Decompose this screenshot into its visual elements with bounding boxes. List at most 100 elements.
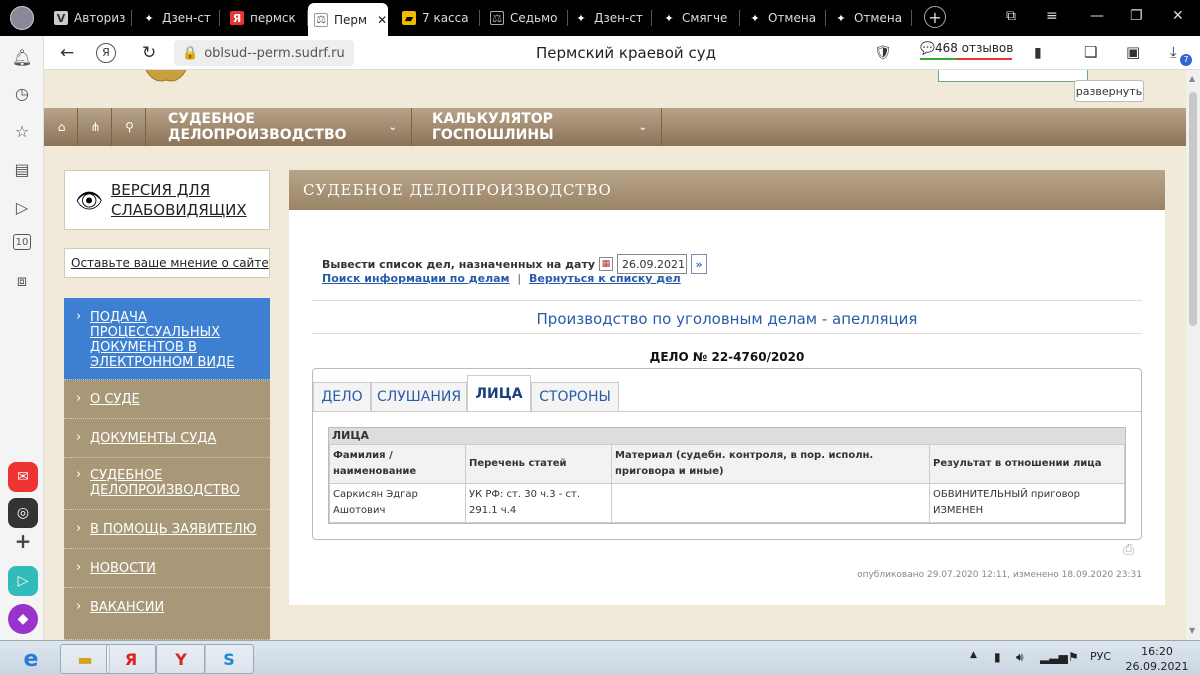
browser-tab-active[interactable]: ⚖ Перм ✕ [308,3,388,36]
browser-tab-6[interactable]: ✦ Дзен-ст [568,6,652,30]
low-vision-version[interactable]: 👁 ВЕРСИЯ ДЛЯ СЛАБОВИДЯЩИХ [64,170,270,230]
cell-name: Саркисян Эдгар Ашотович [329,483,466,523]
new-tab-button[interactable]: + [924,6,946,28]
date-input[interactable]: 26.09.2021 [617,254,688,274]
menu-item-e-documents[interactable]: › ПОДАЧА ПРОЦЕССУАЛЬНЫХ ДОКУМЕНТОВ В ЭЛЕК… [64,298,270,380]
feedback-link[interactable]: Оставьте ваше мнение о сайте [64,248,270,278]
chat-icon: 💬 [920,41,935,55]
site-header: развернуть [44,70,1186,108]
flag-icon[interactable]: ⚑ [1068,650,1079,664]
minimize-icon[interactable]: — [1090,8,1104,24]
tab-parties[interactable]: СТОРОНЫ [531,382,619,412]
scroll-down-icon[interactable]: ▼ [1189,626,1195,635]
gallery-icon[interactable]: ⧈ [11,270,33,292]
notes-icon[interactable]: ▤ [11,158,33,180]
menu-icon[interactable]: ≡ [1046,8,1058,24]
ie-icon[interactable]: e [6,644,56,674]
tab-case[interactable]: ДЕЛО [313,382,371,412]
bookmark-icon[interactable]: ▮ [1034,45,1042,61]
downloads-icon[interactable]: ⤓ [1170,43,1177,61]
menu-item-about[interactable]: › О СУДЕ [64,380,270,419]
case-number: ДЕЛО № 22-4760/2020 [649,350,805,364]
nav-fee-calculator[interactable]: КАЛЬКУЛЯТОР ГОСПОШЛИНЫ ⌄ [416,108,662,146]
col-name: Фамилия / наименование [329,444,466,484]
cell-articles: УК РФ: ст. 30 ч.3 - ст. 291.1 ч.4 [465,483,612,523]
profile-avatar[interactable] [10,6,34,30]
chevron-right-icon: › [76,309,82,324]
bell-icon[interactable]: 🔔︎ [11,46,33,68]
court-icon: ⚖ [314,12,328,27]
clock[interactable]: 16:20 26.09.2021 [1122,644,1192,674]
browser-tab-8[interactable]: ✦ Отмена [742,6,826,30]
header-search-box[interactable] [938,70,1088,82]
counter-badge[interactable]: 10 [13,234,31,250]
skype-icon[interactable]: S [204,644,254,674]
yandex-mail-icon[interactable]: ✉ [8,462,38,492]
table-row: Саркисян Эдгар Ашотович УК РФ: ст. 30 ч.… [329,483,1125,523]
taskbar: e ▬ Я Y S ▲ ▮ 🔊︎ ▂▃▅ ⚑ РУС 16:20 26.09.20… [0,640,1200,675]
back-icon[interactable]: ← [60,43,74,63]
calendar-icon[interactable]: ▦ [599,257,614,271]
star-icon[interactable]: ☆ [11,120,33,142]
maximize-icon[interactable]: ❐ [1130,8,1143,24]
close-tab-icon[interactable]: ✕ [377,13,387,27]
collections-icon[interactable]: ❏ [1084,43,1097,61]
tray-expand-icon[interactable]: ▲ [970,650,977,660]
browser-tab-5[interactable]: ⚖ Седьмо [484,6,568,30]
expand-button[interactable]: развернуть [1074,80,1144,102]
case-search-link[interactable]: Поиск информации по делам [322,272,510,285]
yandex-browser-icon[interactable]: Y [156,644,206,674]
tab-persons[interactable]: ЛИЦА [467,375,531,413]
close-window-icon[interactable]: ✕ [1172,8,1184,24]
back-to-list-link[interactable]: Вернуться к списку дел [529,272,681,285]
menu-item-vacancies[interactable]: › ВАКАНСИИ [64,588,270,640]
browser-tab-4[interactable]: ▰ 7 касса [396,6,480,30]
col-material: Материал (судебн. контроля, в пор. испол… [611,444,930,484]
scroll-thumb[interactable] [1189,92,1197,326]
print-icon[interactable]: ⎙ [1123,542,1139,558]
nav-court-proceedings[interactable]: СУДЕБНОЕ ДЕЛОПРОИЗВОДСТВО ⌄ [148,108,412,146]
tray-device-icon[interactable]: ▮ [994,650,1001,664]
browser-tab-1[interactable]: ✦ Дзен-ст [136,6,220,30]
history-icon[interactable]: ◷ [11,82,33,104]
extension-icon[interactable]: ▣ [1126,43,1140,61]
tab-hearings[interactable]: СЛУШАНИЯ [371,382,467,412]
menu-item-news[interactable]: › НОВОСТИ [64,549,270,588]
clock-time: 16:20 [1141,645,1173,658]
url-field[interactable]: 🔒 oblsud--perm.sudrf.ru [174,40,354,66]
page-scrollbar[interactable]: ▲ ▼ [1186,70,1200,640]
sitemap-icon[interactable]: ⋔ [80,108,112,146]
home-icon[interactable]: ⌂ [46,108,78,146]
search-icon[interactable]: ⚲ [114,108,146,146]
browser-tab-0[interactable]: V Авториз [48,6,132,30]
menu-item-documents[interactable]: › ДОКУМЕНТЫ СУДА [64,419,270,458]
chevron-down-icon: ⌄ [638,121,647,133]
proceedings-title: Производство по уголовным делам - апелля… [536,310,918,328]
yandex-icon[interactable]: Я [106,644,156,674]
scroll-up-icon[interactable]: ▲ [1189,74,1195,83]
browser-tab-9[interactable]: ✦ Отмена [828,6,912,30]
messenger-icon[interactable]: ▷ [8,566,38,596]
reload-icon[interactable]: ↻ [142,43,156,63]
browser-tab-2[interactable]: Япермск [224,6,308,30]
reviews-badge[interactable]: 💬468 отзывов [920,41,1013,60]
yandex-home-icon[interactable]: Я [96,43,116,63]
published-info: опубликовано 29.07.2020 12:11, изменено … [857,570,1142,580]
assistant-icon[interactable]: ◆ [8,604,38,634]
explorer-icon[interactable]: ▬ [60,644,110,674]
volume-icon[interactable]: 🔊︎ [1016,650,1024,665]
tabs-list-icon[interactable]: ⧉ [1006,8,1016,24]
protect-icon[interactable]: 🛡 [874,45,892,61]
go-arrow-icon[interactable]: » [691,254,708,274]
alice-icon[interactable]: ◎ [8,498,38,528]
network-icon[interactable]: ▂▃▅ [1040,650,1068,664]
browser-tab-7[interactable]: ✦ Смягче [656,6,740,30]
add-icon[interactable]: + [8,526,38,556]
menu-item-help[interactable]: › В ПОМОЩЬ ЗАЯВИТЕЛЮ [64,510,270,549]
chevron-right-icon: › [76,560,82,575]
language-indicator[interactable]: РУС [1090,650,1111,663]
eye-icon: 👁 [75,189,103,214]
chevron-right-icon: › [76,430,82,445]
menu-item-proceedings[interactable]: › СУДЕБНОЕ ДЕЛОПРОИЗВОДСТВО [64,458,270,510]
play-icon[interactable]: ▷ [11,196,33,218]
